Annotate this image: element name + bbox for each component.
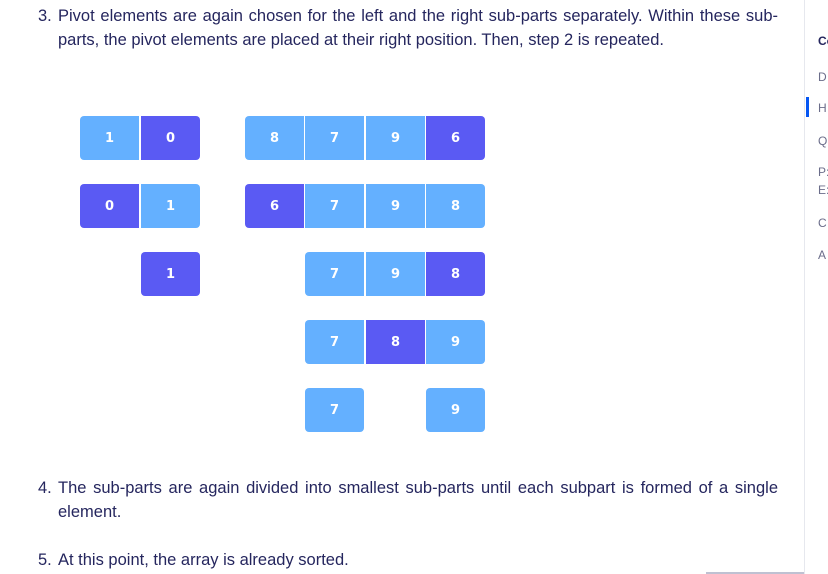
step-text: At this point, the array is already sort… <box>58 551 349 569</box>
pivot-element: 6 <box>245 184 304 228</box>
array-element: 7 <box>305 116 364 160</box>
array-element: 9 <box>426 388 485 432</box>
toc-item[interactable]: Q <box>818 134 827 148</box>
pivot-element: 1 <box>141 252 200 296</box>
toc-item[interactable]: C <box>818 216 827 230</box>
pivot-element: 8 <box>426 252 485 296</box>
toc-active-indicator <box>806 97 809 117</box>
toc-item[interactable]: D <box>818 70 827 84</box>
array-element: 7 <box>305 252 364 296</box>
toc-item[interactable]: P: <box>818 165 828 179</box>
toc-item-active[interactable]: H <box>818 101 827 115</box>
array-element: 8 <box>245 116 304 160</box>
step-number: 5. <box>38 551 52 569</box>
step-4: 4. The sub-parts are again divided into … <box>38 476 778 524</box>
toc-title: Co <box>818 34 828 48</box>
step-text: The sub-parts are again divided into sma… <box>58 479 778 521</box>
array-element: 7 <box>305 320 364 364</box>
pivot-element: 8 <box>366 320 425 364</box>
array-element: 9 <box>366 184 425 228</box>
array-element: 8 <box>426 184 485 228</box>
array-element: 9 <box>366 116 425 160</box>
array-element: 9 <box>426 320 485 364</box>
step-number: 4. <box>38 479 52 497</box>
array-element: 9 <box>366 252 425 296</box>
array-element: 7 <box>305 184 364 228</box>
array-element: 1 <box>80 116 139 160</box>
toc-item[interactable]: A <box>818 248 826 262</box>
pivot-element: 0 <box>80 184 139 228</box>
table-of-contents-sidebar: Co D H Q P: E: C A <box>804 0 828 574</box>
array-element: 7 <box>305 388 364 432</box>
article-content: 3. Pivot elements are again chosen for t… <box>0 0 804 574</box>
array-element: 1 <box>141 184 200 228</box>
step-5: 5. At this point, the array is already s… <box>38 548 778 572</box>
toc-item[interactable]: E: <box>818 183 828 197</box>
pivot-element: 0 <box>141 116 200 160</box>
pivot-element: 6 <box>426 116 485 160</box>
